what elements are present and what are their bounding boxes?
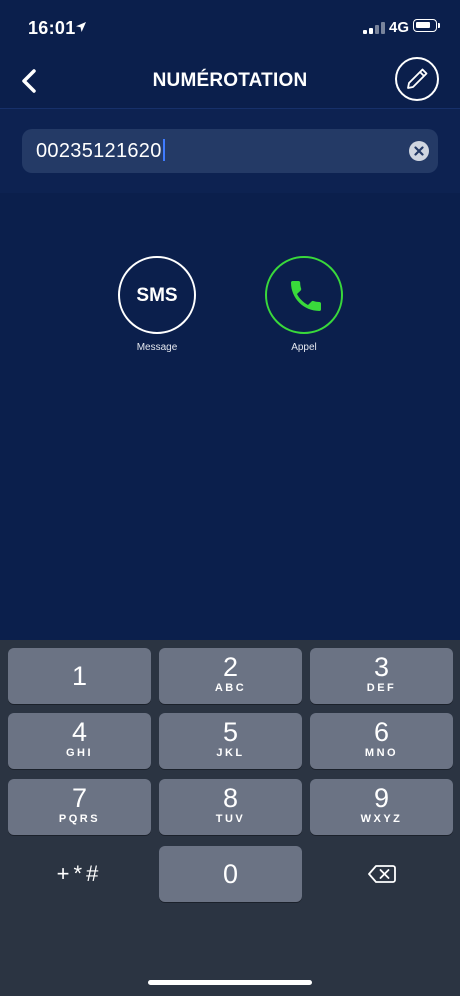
key-5[interactable]: 5 JKL [159, 713, 302, 769]
key-letters: MNO [364, 747, 399, 759]
call-circle[interactable] [265, 256, 343, 334]
sms-circle[interactable]: SMS [118, 256, 196, 334]
key-symbols[interactable]: +*# [8, 846, 151, 902]
sms-button[interactable]: SMS Message [118, 256, 196, 353]
key-digit: 0 [222, 859, 239, 889]
key-letters: TUV [215, 813, 246, 825]
clear-icon[interactable] [409, 141, 429, 161]
call-button[interactable]: Appel [265, 256, 343, 353]
key-7[interactable]: 7 PQRS [8, 779, 151, 835]
key-digit: 5 [222, 717, 239, 747]
backspace-icon [368, 865, 396, 883]
home-indicator[interactable] [148, 980, 312, 985]
status-bar: 16:01 4G [0, 0, 460, 56]
key-2[interactable]: 2 ABC [159, 648, 302, 704]
location-arrow-icon [76, 22, 86, 32]
call-label: Appel [291, 342, 317, 353]
key-digit: 7 [71, 783, 88, 813]
key-digit: 1 [71, 661, 88, 691]
backspace-button[interactable] [310, 846, 453, 902]
key-6[interactable]: 6 MNO [310, 713, 453, 769]
phone-number-value[interactable]: 00235121620 [36, 138, 165, 163]
phone-number-field[interactable]: 00235121620 [22, 129, 438, 173]
key-letters: DEF [366, 682, 397, 694]
battery-tip [438, 23, 440, 28]
key-letters: PQRS [58, 813, 101, 825]
key-4[interactable]: 4 GHI [8, 713, 151, 769]
dial-input-section: 00235121620 [0, 109, 460, 193]
battery-icon [413, 19, 437, 32]
key-digit: 8 [222, 783, 239, 813]
key-letters: ABC [214, 682, 247, 694]
status-time: 16:01 [28, 18, 76, 38]
edit-button[interactable] [395, 57, 439, 101]
numeric-keypad: 1 2 ABC 3 DEF 4 GHI 5 JKL 6 MNO 7 PQRS 8… [0, 640, 460, 996]
key-8[interactable]: 8 TUV [159, 779, 302, 835]
key-letters: JKL [216, 747, 245, 759]
text-caret [162, 138, 165, 161]
key-0[interactable]: 0 [159, 846, 302, 902]
key-digit: 6 [373, 717, 390, 747]
signal-icon [363, 22, 385, 34]
page-title: NUMÉROTATION [152, 70, 308, 91]
key-digit: 2 [222, 652, 239, 682]
key-digit: 9 [373, 783, 390, 813]
sms-badge-text: SMS [136, 285, 178, 306]
navigation-bar: NUMÉROTATION [0, 56, 460, 109]
key-3[interactable]: 3 DEF [310, 648, 453, 704]
key-digit: 4 [71, 717, 88, 747]
phone-icon [291, 281, 321, 311]
key-digit: 3 [373, 652, 390, 682]
sms-label: Message [136, 342, 178, 353]
key-letters: WXYZ [360, 813, 403, 825]
pencil-icon [407, 68, 428, 89]
key-9[interactable]: 9 WXYZ [310, 779, 453, 835]
key-1[interactable]: 1 [8, 648, 151, 704]
key-letters: GHI [65, 747, 94, 759]
network-type: 4G [389, 19, 410, 36]
